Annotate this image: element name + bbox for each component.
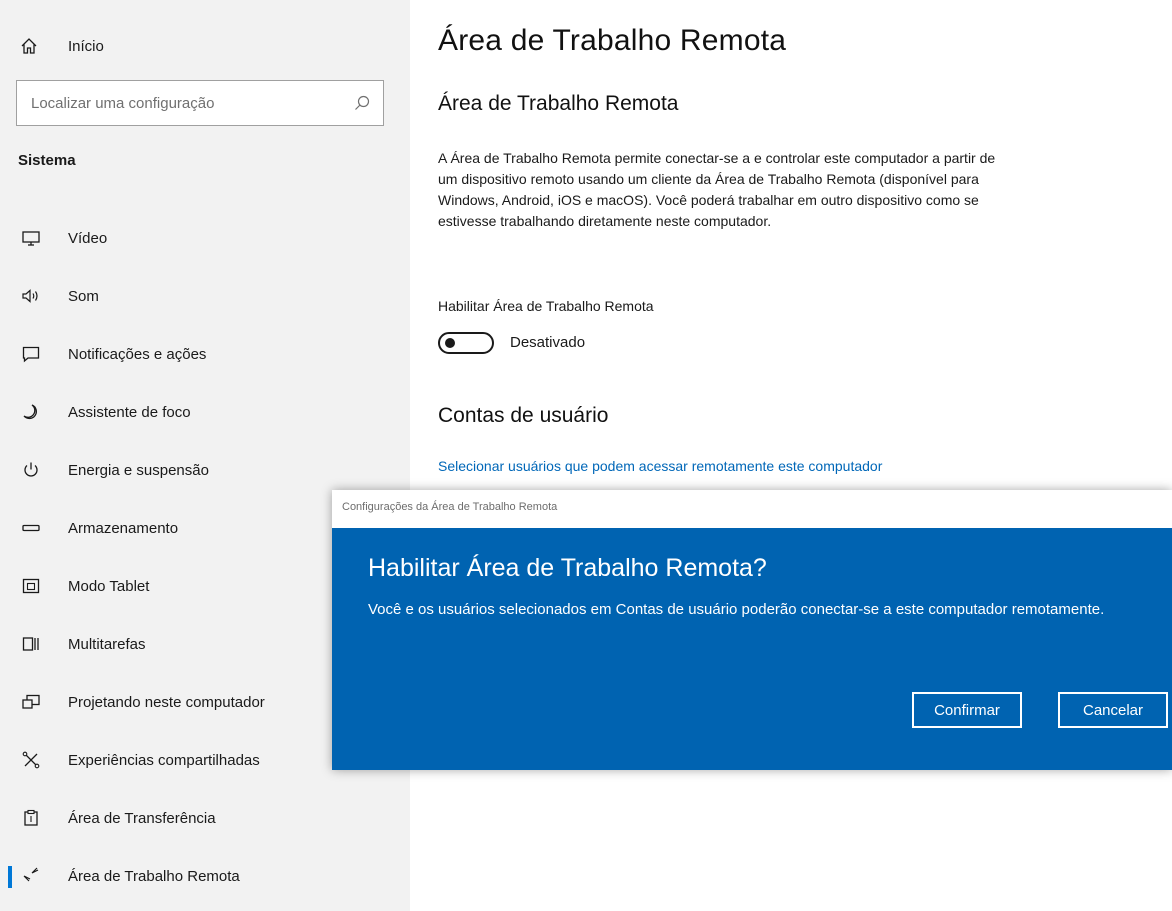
sidebar-item-label: Projetando neste computador xyxy=(68,693,265,711)
dialog-heading: Habilitar Área de Trabalho Remota? xyxy=(368,554,767,582)
remote-desktop-icon xyxy=(20,865,42,887)
toggle-label: Habilitar Área de Trabalho Remota xyxy=(438,298,654,314)
sidebar-item-notifications[interactable]: Notificações e ações xyxy=(0,334,410,374)
sidebar-item-label: Som xyxy=(68,287,99,305)
sidebar-item-label: Multitarefas xyxy=(68,635,146,653)
confirm-button[interactable]: Confirmar xyxy=(912,692,1022,728)
select-users-link[interactable]: Selecionar usuários que podem acessar re… xyxy=(438,458,882,474)
sidebar: Início Sistema Vídeo Som xyxy=(0,0,410,911)
sidebar-item-power[interactable]: Energia e suspensão xyxy=(0,450,410,490)
storage-icon xyxy=(20,517,42,539)
description-text: A Área de Trabalho Remota permite conect… xyxy=(438,150,996,229)
page-title: Área de Trabalho Remota xyxy=(438,24,787,57)
search-input[interactable] xyxy=(17,81,337,125)
sidebar-item-remote-desktop[interactable]: Área de Trabalho Remota xyxy=(0,856,410,896)
sidebar-item-label: Armazenamento xyxy=(68,519,179,537)
home-icon xyxy=(18,35,40,57)
toggle-state: Desativado xyxy=(510,334,586,351)
dialog-titlebar: Configurações da Área de Trabalho Remota xyxy=(332,490,1172,529)
main-content: Área de Trabalho Remota Área de Trabalho… xyxy=(410,0,1172,911)
sidebar-item-label: Vídeo xyxy=(68,229,108,247)
search-box[interactable] xyxy=(16,80,384,126)
sidebar-item-focus-assist[interactable]: Assistente de foco xyxy=(0,392,410,432)
search-icon[interactable] xyxy=(353,94,371,112)
notification-icon xyxy=(20,343,42,365)
clipboard-icon xyxy=(20,807,42,829)
selection-indicator xyxy=(8,866,12,888)
shared-icon xyxy=(20,749,42,771)
sidebar-item-label: Assistente de foco xyxy=(68,403,191,421)
sidebar-item-label: Experiências compartilhadas xyxy=(68,751,260,769)
section-title: Sistema xyxy=(18,152,76,169)
speaker-icon xyxy=(20,285,42,307)
home-label: Início xyxy=(68,37,104,55)
sidebar-item-label: Área de Trabalho Remota xyxy=(68,867,240,885)
sidebar-item-label: Área de Transferência xyxy=(68,809,216,827)
cancel-button[interactable]: Cancelar xyxy=(1058,692,1168,728)
toggle-knob xyxy=(445,338,455,348)
dialog-message: Você e os usuários selecionados em Conta… xyxy=(368,601,1105,618)
tablet-icon xyxy=(20,575,42,597)
project-icon xyxy=(20,691,42,713)
dialog-body: Habilitar Área de Trabalho Remota? Você … xyxy=(332,528,1172,770)
sidebar-item-sound[interactable]: Som xyxy=(0,276,410,316)
sidebar-item-label: Notificações e ações xyxy=(68,345,207,363)
sidebar-item-clipboard[interactable]: Área de Transferência xyxy=(0,798,410,838)
moon-icon xyxy=(20,401,42,423)
sidebar-item-label: Energia e suspensão xyxy=(68,461,209,479)
multitask-icon xyxy=(20,633,42,655)
section-heading: Área de Trabalho Remota xyxy=(438,92,679,115)
home-link[interactable]: Início xyxy=(18,34,104,58)
sidebar-item-video[interactable]: Vídeo xyxy=(0,218,410,258)
settings-window: Início Sistema Vídeo Som xyxy=(0,0,1172,911)
sidebar-item-label: Modo Tablet xyxy=(68,577,150,595)
confirm-dialog: Configurações da Área de Trabalho Remota… xyxy=(332,490,1172,770)
remote-desktop-toggle[interactable] xyxy=(438,332,494,354)
power-icon xyxy=(20,459,42,481)
accounts-heading: Contas de usuário xyxy=(438,404,609,427)
dialog-window-title: Configurações da Área de Trabalho Remota xyxy=(342,501,558,513)
monitor-icon xyxy=(20,227,42,249)
